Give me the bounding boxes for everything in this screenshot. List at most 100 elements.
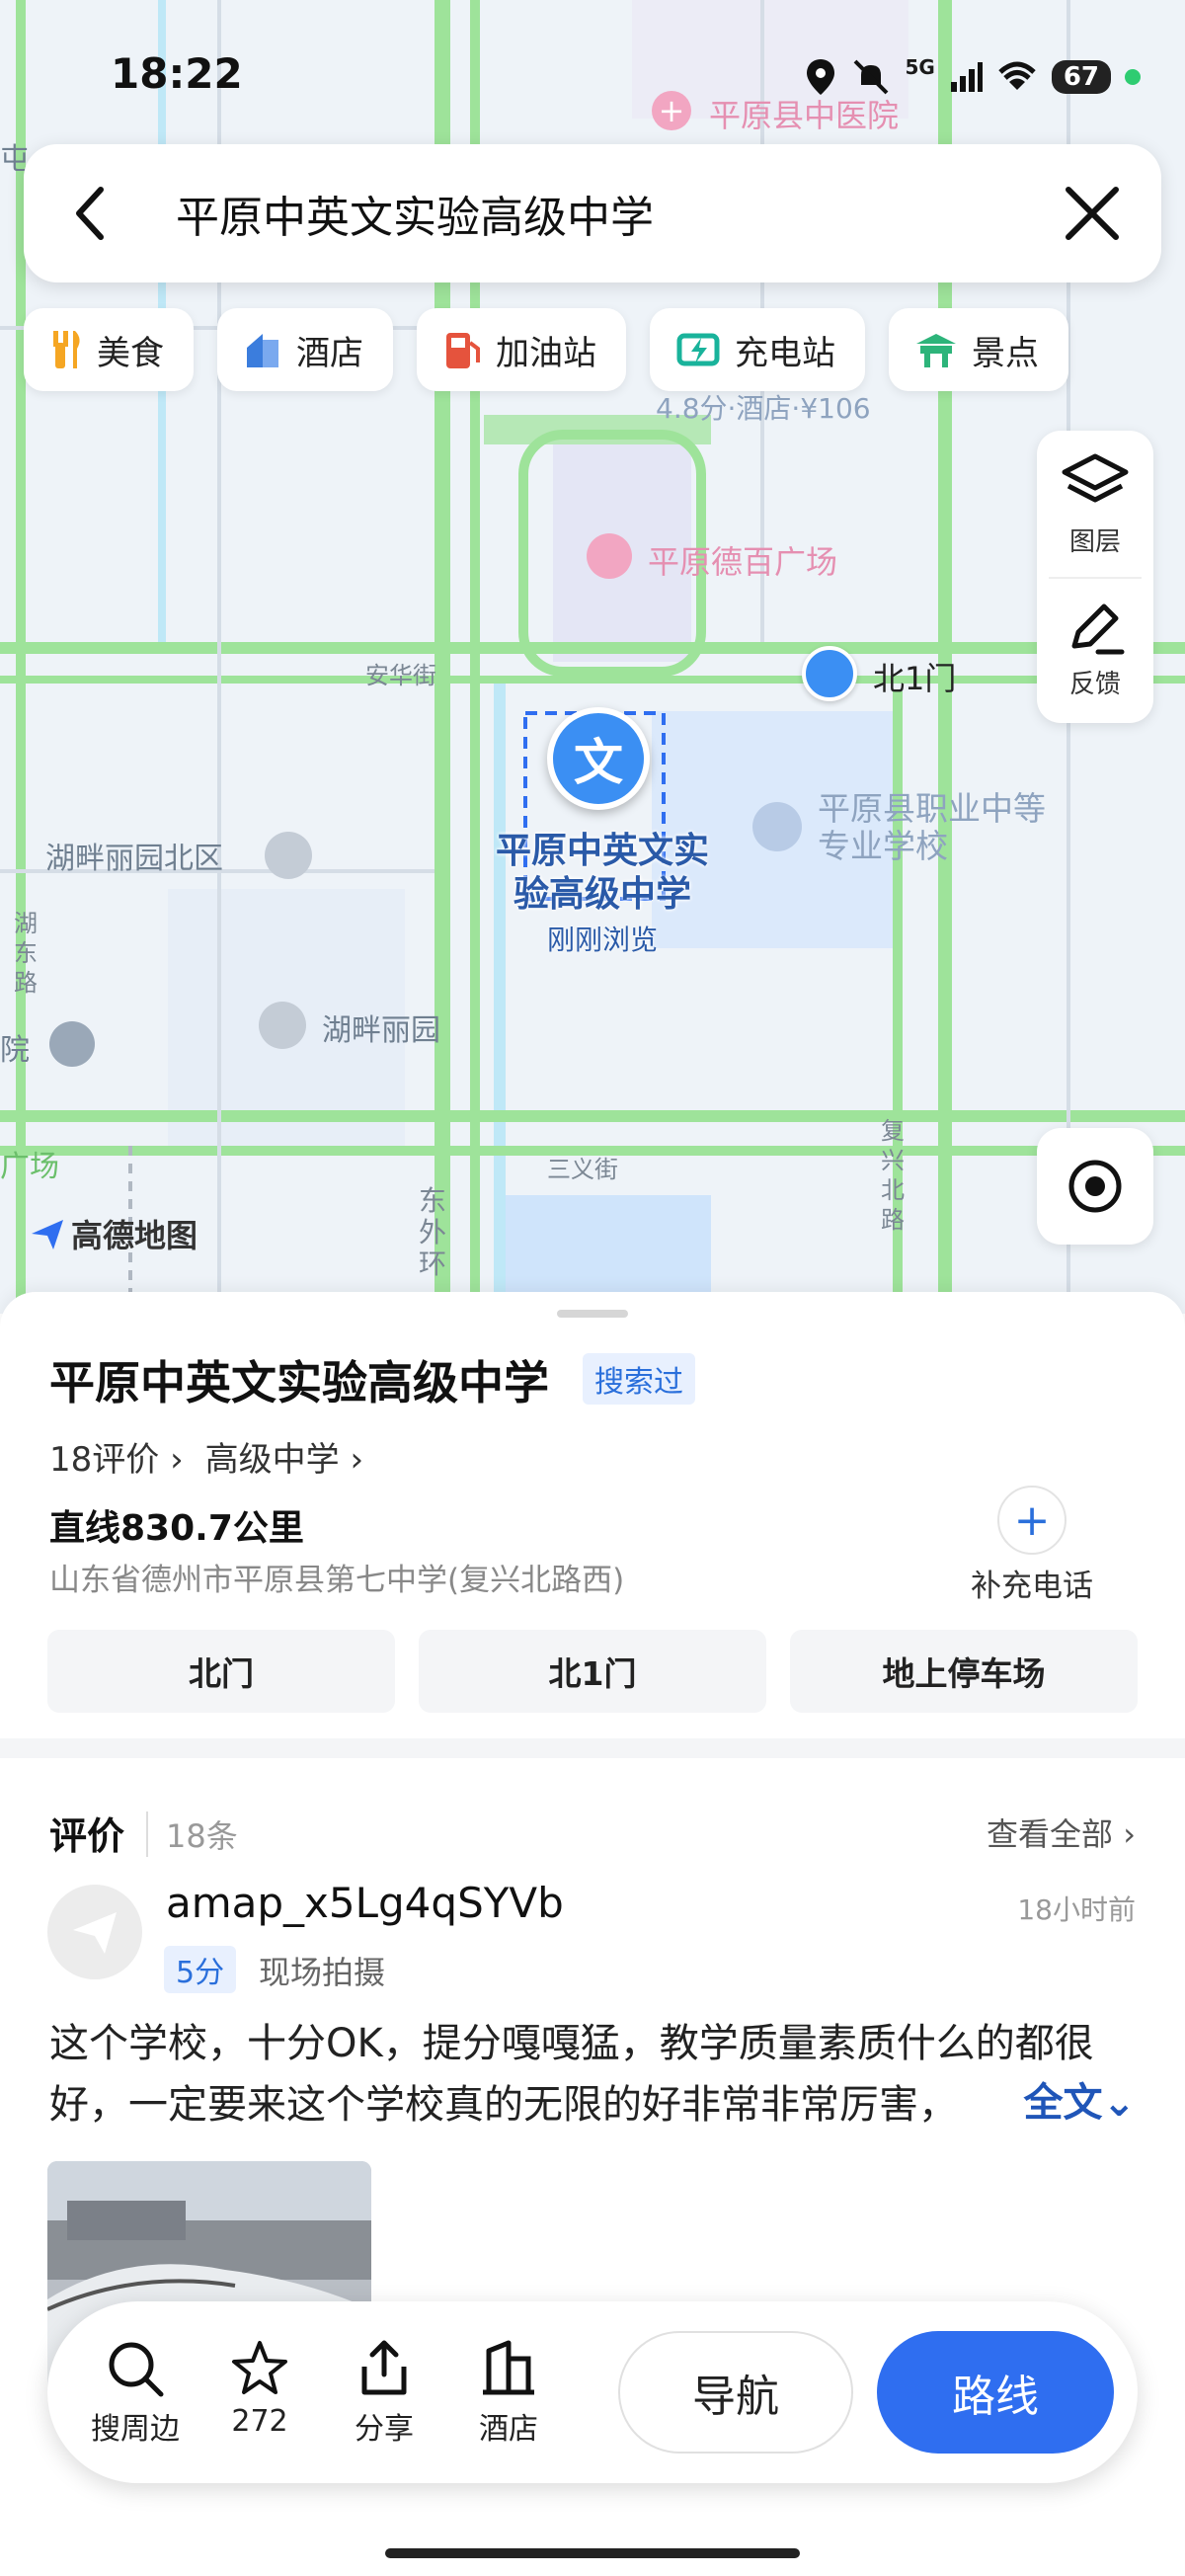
entrance-north-gate-1[interactable]: 北1门 — [419, 1630, 766, 1713]
chip-gas-station[interactable]: 加油站 — [417, 308, 626, 391]
road-hudong-label: 湖东路 — [14, 910, 38, 997]
chip-charging[interactable]: 充电站 — [650, 308, 865, 391]
marker-name: 平原中英文实验高级中学 — [495, 831, 709, 915]
vocational-school-label[interactable]: 平原县职业中等专业学校 — [818, 790, 1055, 865]
layers-label: 图层 — [1068, 527, 1121, 557]
chip-hotel-label: 酒店 — [296, 333, 363, 373]
search-icon — [109, 2342, 164, 2397]
review-time: 18小时前 — [1017, 1893, 1136, 1926]
entrance-list: 北门 北1门 地上停车场 — [47, 1630, 1138, 1713]
review-text: 这个学校，十分OK，提分嘎嘎猛，教学质量素质什么的都很好，一定要来这个学校真的无… — [49, 2021, 1094, 2128]
add-phone-button[interactable]: + 补充电话 — [968, 1486, 1096, 1605]
street-sanyi-label: 三义街 — [547, 1156, 618, 1183]
locate-button[interactable] — [1037, 1128, 1153, 1245]
chip-gas-station-label: 加油站 — [496, 333, 596, 373]
reviews-title: 评价 — [49, 1814, 125, 1858]
search-query[interactable]: 平原中英文实验高级中学 — [176, 182, 654, 245]
square-label: 广场 — [0, 1150, 59, 1184]
privacy-dot — [1125, 69, 1141, 85]
see-all-reviews-link[interactable]: 查看全部 › — [987, 1810, 1136, 1855]
searched-badge: 搜索过 — [583, 1353, 695, 1405]
review-username[interactable]: amap_x5Lg4qSYVb — [166, 1879, 564, 1927]
scenic-icon — [916, 334, 956, 367]
star-icon — [232, 2341, 287, 2394]
wifi-icon — [998, 61, 1036, 90]
gate-icon — [802, 646, 857, 701]
place-name: 平原中英文实验高级中学 — [49, 1356, 549, 1409]
navigate-button[interactable]: 导航 — [618, 2331, 853, 2454]
share-button[interactable]: 分享 — [330, 2339, 438, 2448]
chip-food-label: 美食 — [97, 333, 164, 373]
feedback-icon — [1071, 604, 1125, 655]
section-divider — [0, 1738, 1185, 1758]
category-link[interactable]: 高级中学 › — [205, 1432, 363, 1481]
reviews-count: 18条 — [146, 1811, 238, 1857]
action-bar: 搜周边 272 分享 酒店 导航 路线 — [47, 2301, 1138, 2483]
feedback-button[interactable]: 反馈 — [1037, 597, 1153, 700]
battery-indicator: 67 — [1051, 60, 1111, 94]
utensils-icon — [53, 331, 80, 368]
school-icon — [752, 802, 802, 851]
chip-food[interactable]: 美食 — [24, 308, 194, 391]
north-gate-label[interactable]: 北1门 — [873, 654, 956, 699]
charging-icon — [676, 333, 720, 366]
review-score: 5分 — [164, 1946, 237, 1993]
review-tag: 现场拍摄 — [259, 1954, 386, 1991]
map-controls: 图层 反馈 — [1037, 431, 1153, 723]
hotel-info: 4.8分·酒店·¥106 — [656, 392, 871, 425]
close-icon[interactable] — [1063, 184, 1122, 243]
address: 山东省德州市平原县第七中学(复兴北路西) — [49, 1563, 625, 1598]
street-an-label: 安华街 — [365, 662, 436, 689]
entrance-north-gate[interactable]: 北门 — [47, 1630, 395, 1713]
selected-place-marker[interactable]: 文 — [547, 707, 650, 818]
road-dongwaihuan-label: 东外环 — [419, 1184, 447, 1280]
favorite-button[interactable]: 272 — [205, 2339, 314, 2439]
feedback-label: 反馈 — [1068, 670, 1121, 699]
status-bar: 18:22 5G 67 — [0, 40, 1185, 119]
community-label[interactable]: 湖畔丽园 — [322, 1006, 440, 1049]
map-view[interactable]: 平原县中医院 + 屯 家 4.8分·酒店·¥106 平原德百广场 安华街 北1门… — [0, 0, 1185, 1314]
hotel-button[interactable]: 酒店 — [454, 2339, 563, 2448]
road-fuxing-label: 复兴北路 — [881, 1117, 905, 1234]
nearby-label: 搜周边 — [91, 2412, 180, 2447]
chip-charging-label: 充电站 — [735, 333, 835, 373]
sheet-handle[interactable] — [557, 1310, 628, 1318]
share-icon — [361, 2340, 407, 2395]
route-button[interactable]: 路线 — [877, 2331, 1114, 2454]
chip-scenic[interactable]: 景点 — [889, 308, 1068, 391]
clock: 18:22 — [111, 49, 243, 98]
home-indicator[interactable] — [385, 2548, 800, 2558]
amap-logo: 高德地图 — [30, 1211, 198, 1256]
nearby-button[interactable]: 搜周边 — [81, 2339, 190, 2448]
chip-hotel[interactable]: 酒店 — [217, 308, 393, 391]
locate-icon — [1068, 1160, 1122, 1213]
marker-school-icon: 文 — [547, 707, 650, 810]
layers-button[interactable]: 图层 — [1037, 452, 1153, 558]
marker-sub: 刚刚浏览 — [546, 924, 658, 956]
mall-label[interactable]: 平原德百广场 — [648, 537, 837, 583]
back-icon[interactable] — [71, 184, 111, 243]
entrance-parking[interactable]: 地上停车场 — [790, 1630, 1138, 1713]
category-chips: 美食 酒店 加油站 充电站 景点 — [24, 308, 1068, 391]
review-expand-link[interactable]: 全文⌄ — [1015, 2070, 1136, 2128]
add-phone-label: 补充电话 — [971, 1569, 1093, 1604]
layers-icon — [1062, 453, 1129, 503]
reviews-link[interactable]: 18评价 › — [49, 1432, 184, 1481]
plus-icon: + — [997, 1486, 1066, 1555]
search-bar[interactable]: 平原中英文实验高级中学 — [24, 144, 1161, 282]
court-icon — [49, 1021, 95, 1067]
mute-icon — [854, 59, 889, 95]
location-icon — [807, 59, 835, 95]
building-icon — [483, 2340, 534, 2395]
controls-divider — [1049, 577, 1142, 579]
gas-station-icon — [446, 333, 480, 368]
community-north-icon — [265, 832, 312, 879]
distance: 直线830.7公里 — [49, 1508, 304, 1549]
amap-logo-icon — [32, 1220, 63, 1249]
share-label: 分享 — [355, 2412, 414, 2447]
community-icon — [259, 1002, 306, 1049]
amap-brand-text: 高德地图 — [71, 1217, 198, 1254]
signal-icon — [950, 62, 983, 92]
avatar[interactable] — [47, 1885, 142, 1979]
community-north-label[interactable]: 湖畔丽园北区 — [45, 834, 223, 877]
